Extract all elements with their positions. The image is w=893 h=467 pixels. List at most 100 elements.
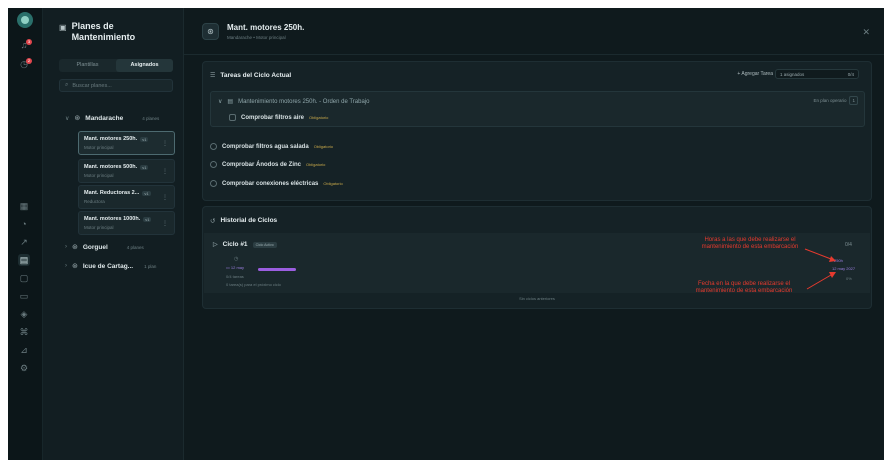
cycle-name: Ciclo #1: [222, 241, 248, 248]
group-count: 4 planes: [142, 115, 160, 121]
clock-icon[interactable]: ◷ 2: [18, 58, 32, 70]
work-order-status: En plan operario 1: [813, 96, 858, 105]
task-checkbox[interactable]: [210, 180, 217, 187]
card-title-text: Tareas del Ciclo Actual: [220, 72, 292, 79]
notification-badge: 3: [26, 39, 32, 45]
version-badge: v1: [140, 136, 149, 142]
document-icon: ▤: [227, 99, 234, 105]
older-cycles-label: Sin ciclos anteriores: [519, 296, 555, 301]
required-tag: Obligatorio: [323, 181, 343, 186]
required-tag: Obligatorio: [309, 115, 329, 120]
plan-detail: ⊛ Mant. motores 250h. Mandarache • Motor…: [184, 8, 884, 460]
settings-icon[interactable]: ⚙: [18, 362, 30, 374]
grid-icon[interactable]: ▦: [18, 200, 30, 212]
cycle-tasks-count: 0/4 tareas: [226, 274, 244, 279]
sidebar-title: Planes de Mantenimiento: [71, 21, 136, 42]
tab-plantillas[interactable]: Plantillas: [59, 59, 116, 72]
task-checkbox[interactable]: [229, 114, 236, 121]
app-window: ♫ 3 ◷ 2 ▦ ◔ ↗ ▤ ▢ ▭ ◈ ⌘ ⊿ ⚙ ▣ Planes de Ma…: [8, 8, 884, 460]
search-input[interactable]: [72, 82, 168, 89]
ship-icon: ⊛: [74, 115, 81, 122]
app-logo[interactable]: [17, 12, 33, 28]
page-title: Mant. motores 250h.: [227, 23, 305, 32]
more-icon[interactable]: ⋮: [162, 194, 168, 201]
chart-icon[interactable]: ⊿: [18, 344, 30, 356]
task-item: Comprobar Ánodos de Zinc Obligatorio: [210, 161, 325, 168]
percent-value: 0%: [846, 276, 852, 281]
plan-item[interactable]: Mant. motores 250h. v1 Motor principal ⋮: [78, 131, 175, 155]
chevron-right-icon: ›: [65, 244, 67, 250]
plan-name: Mant. Reductoras 2...: [84, 190, 140, 196]
plan-subtitle: Motor principal: [84, 145, 114, 150]
close-icon[interactable]: ✕: [862, 27, 870, 38]
cycle-date: ▭ 12 may: [226, 265, 245, 270]
detail-header: ⊛ Mant. motores 250h. Mandarache • Motor…: [202, 23, 304, 40]
bell-icon[interactable]: ♫ 3: [18, 39, 32, 51]
plan-subtitle: Motor principal: [84, 173, 114, 178]
progress-bar: [258, 268, 296, 271]
annotation-arrows: [804, 248, 836, 290]
sidebar-header: ▣ Planes de Mantenimiento: [59, 21, 152, 43]
cycle-history-card: ↺ Historial de Ciclos ▷ Ciclo #1 Ciclo A…: [202, 206, 872, 309]
play-icon: ▷: [213, 242, 218, 248]
task-item: Comprobar conexiones eléctricas Obligato…: [210, 180, 343, 187]
version-badge: v1: [140, 164, 149, 170]
wrench-icon[interactable]: ↗: [18, 236, 30, 248]
chevron-right-icon: ›: [65, 263, 67, 269]
more-icon[interactable]: ⋮: [162, 220, 168, 227]
work-order-header[interactable]: ∨ ▤ Mantenimiento motores 250h. - Orden …: [218, 98, 369, 106]
search-box: ⌕: [59, 79, 173, 92]
group-name: Icue de Cartag...: [82, 262, 134, 270]
annotation-date: Fecha en la que debe realizarse el mante…: [695, 281, 793, 294]
ship-icon: ⊛: [72, 244, 78, 251]
assign-select[interactable]: 1 asignados 0/4: [775, 69, 859, 79]
plans-sidebar: ▣ Planes de Mantenimiento Plantillas Asi…: [43, 8, 184, 460]
tab-asignados[interactable]: Asignados: [116, 59, 173, 72]
plan-item[interactable]: Mant. motores 500h. v1 Motor principal ⋮: [78, 159, 175, 183]
status-count: 1: [849, 96, 858, 105]
more-icon[interactable]: ⋮: [162, 168, 168, 175]
more-icon[interactable]: ⋮: [162, 140, 168, 147]
task-item: Comprobar filtros agua salada Obligatori…: [210, 143, 333, 150]
plan-item[interactable]: Mant. Reductoras 2... v1 Reductora ⋮: [78, 185, 175, 209]
plan-item[interactable]: Mant. motores 1000h. v1 Motor principal ⋮: [78, 211, 175, 235]
compass-icon[interactable]: ◔: [18, 218, 30, 230]
card-title: ☰ Tareas del Ciclo Actual: [210, 72, 291, 79]
plan-subtitle: Reductora: [84, 199, 105, 204]
plan-name: Mant. motores 1000h.: [84, 216, 141, 222]
card-title-text: Historial de Ciclos: [220, 217, 278, 224]
group-mandarache[interactable]: ∨ ⊛ Mandarache 4 planes: [65, 114, 160, 123]
task-label: Comprobar Ánodos de Zinc: [222, 161, 302, 168]
task-checkbox[interactable]: [210, 143, 217, 150]
cycle-note: 0 tarea(s) para el próximo ciclo: [226, 282, 281, 287]
status-badge: Ciclo Activo: [252, 241, 277, 248]
box-icon[interactable]: ▢: [18, 272, 30, 284]
chevron-down-icon: ∨: [65, 115, 70, 122]
status-label: En plan operario: [813, 98, 847, 103]
card-title: ↺ Historial de Ciclos: [210, 217, 277, 225]
version-badge: v1: [142, 190, 151, 196]
group-icue-de-cartagena[interactable]: › ⊛ Icue de Cartag... 1 plan: [65, 262, 157, 271]
plan-subtitle: Motor principal: [84, 225, 114, 230]
group-name: Gorguel: [82, 243, 108, 251]
add-task-button[interactable]: + Agregar Tarea: [737, 71, 773, 77]
arrow-head-hours: [829, 256, 836, 262]
group-count: 1 plan: [144, 263, 157, 269]
shield-icon[interactable]: ◈: [18, 308, 30, 320]
task-checkbox[interactable]: [210, 161, 217, 168]
clipboard-icon[interactable]: ▤: [18, 254, 30, 266]
clipboard-icon: ▣: [59, 23, 67, 32]
tools-icon[interactable]: ⌘: [18, 326, 30, 338]
annotation-hours: Horas a las que debe realizarse el mante…: [701, 237, 799, 250]
arrow-line-date: [806, 274, 832, 290]
version-badge: v1: [143, 216, 152, 222]
chevron-down-icon: ∨: [218, 99, 223, 105]
plan-name: Mant. motores 250h.: [84, 136, 138, 142]
folder-icon[interactable]: ▭: [18, 290, 30, 302]
group-gorguel[interactable]: › ⊛ Gorguel 4 planes: [65, 243, 144, 252]
history-icon: ↺: [210, 218, 216, 225]
icon-rail: ♫ 3 ◷ 2 ▦ ◔ ↗ ▤ ▢ ▭ ◈ ⌘ ⊿ ⚙: [8, 8, 43, 460]
clock-icon: ◷: [234, 256, 239, 262]
ship-icon: ⊛: [202, 23, 219, 40]
cycle-fraction: 0/4: [845, 242, 852, 248]
